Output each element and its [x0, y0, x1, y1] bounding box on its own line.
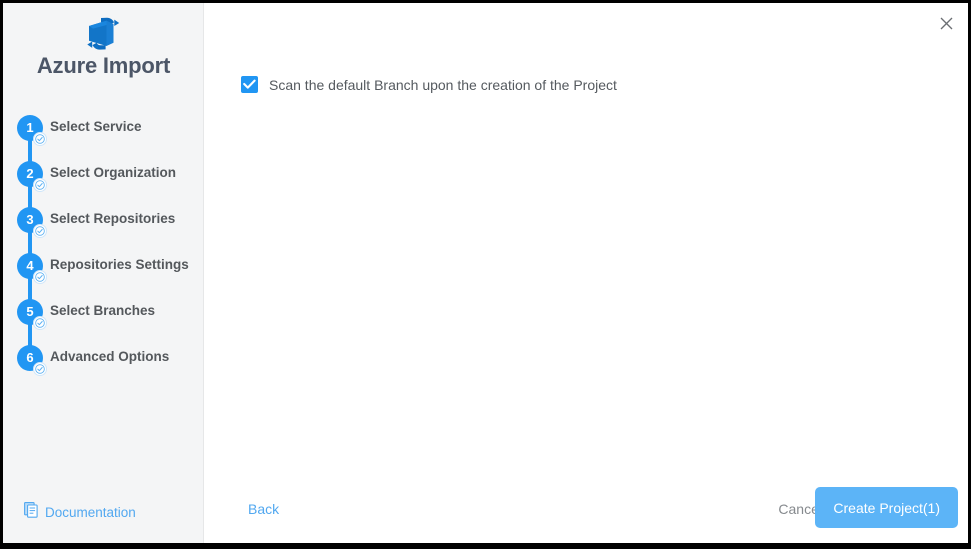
- scan-default-branch-checkbox[interactable]: [241, 76, 258, 93]
- wizard-content-panel: Scan the default Branch upon the creatio…: [204, 3, 968, 543]
- step-label: Select Organization: [50, 165, 177, 180]
- step-label: Select Repositories: [50, 211, 176, 226]
- wizard-sidebar: Azure Import 1 Select Service 2 Select O…: [3, 3, 204, 543]
- step-label: Advanced Options: [50, 349, 170, 364]
- wizard-footer: Back Cancel Create Project(1): [204, 482, 968, 543]
- document-icon: [24, 502, 39, 523]
- sidebar-step-advanced-options[interactable]: 6 Advanced Options: [17, 345, 202, 391]
- sidebar-step-select-service[interactable]: 1 Select Service: [17, 115, 202, 167]
- step-completed-check-icon: [33, 178, 47, 192]
- import-wizard-dialog: Azure Import 1 Select Service 2 Select O…: [3, 3, 968, 543]
- page-title: Azure Import: [36, 53, 171, 78]
- wizard-stepper: 1 Select Service 2 Select Organization 3: [17, 115, 202, 391]
- sidebar-step-repositories-settings[interactable]: 4 Repositories Settings: [17, 253, 202, 305]
- step-completed-check-icon: [33, 316, 47, 330]
- step-label: Repositories Settings: [50, 257, 189, 272]
- step-label: Select Service: [50, 119, 142, 134]
- sidebar-step-select-repositories[interactable]: 3 Select Repositories: [17, 207, 202, 259]
- step-completed-check-icon: [33, 132, 47, 146]
- step-label: Select Branches: [50, 303, 156, 318]
- back-button[interactable]: Back: [248, 501, 279, 517]
- create-project-button[interactable]: Create Project(1): [815, 487, 958, 528]
- scan-default-branch-option-row[interactable]: Scan the default Branch upon the creatio…: [241, 76, 617, 93]
- documentation-link[interactable]: Documentation: [24, 502, 136, 523]
- scan-default-branch-label: Scan the default Branch upon the creatio…: [269, 76, 617, 93]
- sidebar-step-select-organization[interactable]: 2 Select Organization: [17, 161, 202, 213]
- close-icon[interactable]: [934, 11, 958, 35]
- azure-devops-logo-icon: [3, 17, 204, 53]
- documentation-label: Documentation: [45, 505, 136, 520]
- step-completed-check-icon: [33, 224, 47, 238]
- step-completed-check-icon: [33, 362, 47, 376]
- step-completed-check-icon: [33, 270, 47, 284]
- sidebar-step-select-branches[interactable]: 5 Select Branches: [17, 299, 202, 351]
